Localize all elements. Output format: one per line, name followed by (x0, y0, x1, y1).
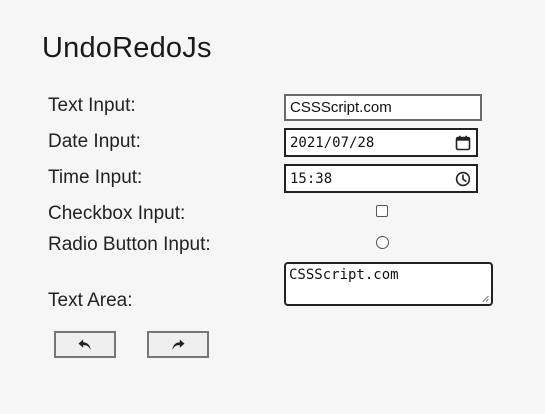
calendar-icon[interactable] (454, 134, 472, 152)
undo-button[interactable] (54, 331, 116, 358)
checkbox-input[interactable] (376, 205, 388, 217)
time-input[interactable]: 15:38 (284, 164, 478, 193)
resize-grip-icon[interactable] (481, 294, 489, 302)
text-input-label: Text Input: (48, 95, 136, 116)
time-input-label: Time Input: (48, 167, 143, 188)
time-input-value: 15:38 (290, 170, 333, 187)
redo-icon (170, 338, 186, 352)
redo-button[interactable] (147, 331, 209, 358)
radio-input[interactable] (376, 236, 389, 249)
radio-input-label: Radio Button Input: (48, 234, 211, 255)
text-area[interactable]: CSSScript.com (284, 262, 493, 306)
date-input-value: 2021/07/28 (290, 134, 375, 151)
checkbox-input-label: Checkbox Input: (48, 203, 186, 224)
date-input-label: Date Input: (48, 131, 141, 152)
text-input[interactable]: CSSScript.com (284, 94, 482, 121)
clock-icon[interactable] (454, 170, 472, 188)
text-area-value: CSSScript.com (289, 267, 399, 283)
text-input-value: CSSScript.com (290, 99, 392, 116)
text-area-label: Text Area: (48, 290, 133, 311)
undo-icon (77, 338, 93, 352)
date-input[interactable]: 2021/07/28 (284, 128, 478, 157)
page-title: UndoRedoJs (42, 32, 212, 64)
